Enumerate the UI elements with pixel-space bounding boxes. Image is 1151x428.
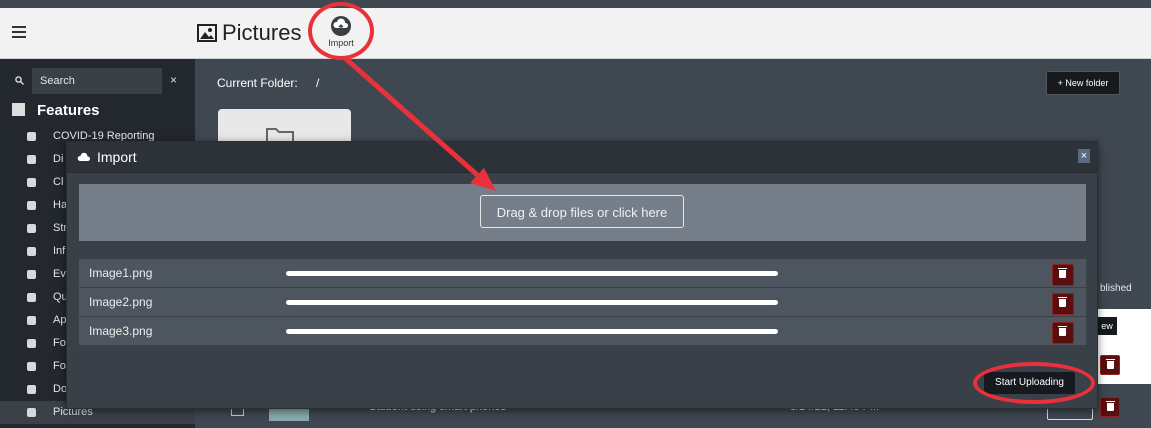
callout-arrow: [343, 56, 496, 191]
